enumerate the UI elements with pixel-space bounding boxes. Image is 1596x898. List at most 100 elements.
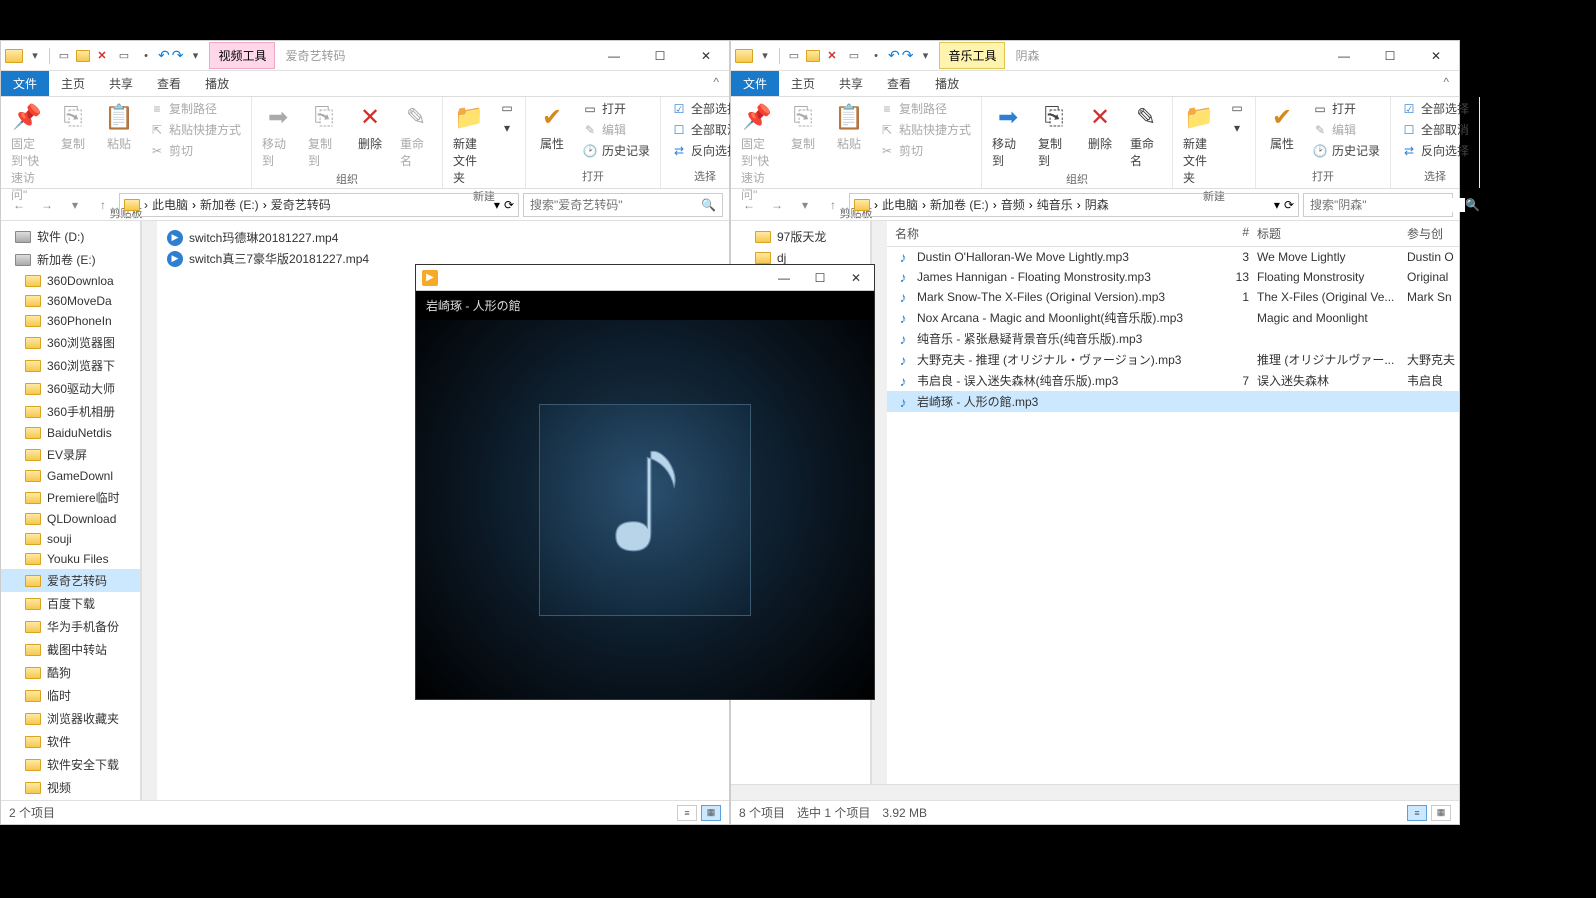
delete-icon[interactable]: ✕	[822, 46, 842, 66]
forward-button[interactable]: →	[35, 193, 59, 217]
history-button[interactable]: 🕑历史记录	[1308, 141, 1384, 160]
tab-play[interactable]: 播放	[193, 71, 241, 96]
properties-button[interactable]: ✔属性	[532, 99, 572, 154]
edit-button[interactable]: ✎编辑	[1308, 120, 1384, 139]
open-button[interactable]: ▭打开	[1308, 99, 1384, 118]
up-button[interactable]: ↑	[91, 193, 115, 217]
sidebar-folder[interactable]: 软件安全下载	[1, 753, 140, 776]
sidebar-folder[interactable]: 百度下载	[1, 592, 140, 615]
tab-file[interactable]: 文件	[1, 71, 49, 96]
tab-home[interactable]: 主页	[49, 71, 97, 96]
qa-icon[interactable]: ▭	[844, 46, 864, 66]
refresh-icon[interactable]: ⟳	[1284, 198, 1294, 212]
delete-button[interactable]: ✕删除	[350, 99, 390, 154]
file-row[interactable]: ♪Nox Arcana - Magic and Moonlight(纯音乐版).…	[887, 307, 1459, 328]
properties-button[interactable]: ✔属性	[1262, 99, 1302, 154]
crumb[interactable]: 音频	[1001, 196, 1025, 213]
up-button[interactable]: ↑	[821, 193, 845, 217]
folder-icon[interactable]	[806, 50, 820, 62]
sidebar-folder[interactable]: 视频	[1, 776, 140, 799]
edit-button[interactable]: ✎编辑	[578, 120, 654, 139]
pasteshortcut-button[interactable]: ⇱粘贴快捷方式	[875, 120, 975, 139]
sidebar-folder[interactable]: 华为手机备份	[1, 615, 140, 638]
crumb[interactable]: 此电脑	[882, 196, 918, 213]
selectnone-button[interactable]: ☐全部取消	[1397, 120, 1473, 139]
search-icon[interactable]: 🔍	[701, 198, 716, 212]
redo-icon[interactable]: ↷	[902, 47, 914, 64]
file-item[interactable]: ▶switch玛德琳20181227.mp4	[163, 227, 723, 248]
qa-down2-icon[interactable]: ▾	[185, 46, 205, 66]
crumb[interactable]: 纯音乐	[1037, 196, 1073, 213]
sidebar-folder[interactable]: 浏览器收藏夹	[1, 707, 140, 730]
easyaccess-button[interactable]: ▾	[1225, 119, 1249, 137]
sidebar-folder[interactable]: 360手机相册	[1, 400, 140, 423]
qa-down-icon[interactable]: ▾	[755, 46, 775, 66]
col-artist[interactable]: 参与创	[1407, 225, 1459, 242]
close-button[interactable]: ✕	[1413, 41, 1459, 71]
sidebar-folder[interactable]: souji	[1, 529, 140, 549]
rename-button[interactable]: ✎重命名	[396, 99, 436, 171]
player-canvas[interactable]	[416, 320, 874, 699]
maximize-button[interactable]: ☐	[637, 41, 683, 71]
refresh-icon[interactable]: ⟳	[504, 198, 514, 212]
file-row[interactable]: ♪Mark Snow-The X-Files (Original Version…	[887, 287, 1459, 307]
sidebar-folder[interactable]: QLDownload	[1, 509, 140, 529]
search-field[interactable]	[530, 198, 701, 212]
ribbon-collapse-icon[interactable]: ^	[703, 71, 729, 96]
col-title[interactable]: 标题	[1257, 225, 1407, 242]
view-details-icon[interactable]: ≡	[677, 805, 697, 821]
search-field[interactable]	[1310, 198, 1465, 212]
history-dropdown[interactable]: ▾	[793, 193, 817, 217]
back-button[interactable]: ←	[737, 193, 761, 217]
sidebar-folder[interactable]: GameDownl	[1, 466, 140, 486]
easyaccess-button[interactable]: ▾	[495, 119, 519, 137]
ribbon-collapse-icon[interactable]: ^	[1433, 71, 1459, 96]
context-tab[interactable]: 音乐工具	[939, 42, 1005, 69]
doc-icon[interactable]: ▭	[54, 46, 74, 66]
sidebar-folder[interactable]: 360MoveDa	[1, 291, 140, 311]
pasteshortcut-button[interactable]: ⇱粘贴快捷方式	[145, 120, 245, 139]
file-row[interactable]: ♪James Hannigan - Floating Monstrosity.m…	[887, 267, 1459, 287]
sidebar-drive[interactable]: 软件 (D:)	[1, 225, 140, 248]
file-row[interactable]: ♪大野克夫 - 推理 (オリジナル・ヴァージョン).mp3推理 (オリジナルヴァ…	[887, 349, 1459, 370]
file-row[interactable]: ♪纯音乐 - 紧张悬疑背景音乐(纯音乐版).mp3	[887, 328, 1459, 349]
sidebar-folder[interactable]: Youku Files	[1, 549, 140, 569]
copyto-button[interactable]: ⎘复制到	[304, 99, 344, 171]
sidebar-folder[interactable]: 97版天龙	[731, 225, 870, 248]
back-button[interactable]: ←	[7, 193, 31, 217]
file-row[interactable]: ♪Dustin O'Halloran-We Move Lightly.mp33W…	[887, 247, 1459, 267]
crumb[interactable]: 新加卷 (E:)	[200, 196, 259, 213]
moveto-button[interactable]: ➡移动到	[988, 99, 1028, 171]
minimize-button[interactable]: —	[766, 265, 802, 291]
invert-button[interactable]: ⇄反向选择	[1397, 141, 1473, 160]
crumb[interactable]: 爱奇艺转码	[271, 196, 331, 213]
qa-dot-icon[interactable]: •	[866, 46, 886, 66]
delete-button[interactable]: ✕删除	[1080, 99, 1120, 154]
copypath-button[interactable]: ≡复制路径	[875, 99, 975, 118]
undo-icon[interactable]: ↶	[158, 47, 170, 64]
newfolder-button[interactable]: 📁新建文件夹	[449, 99, 489, 188]
sidebar-folder[interactable]: EV录屏	[1, 443, 140, 466]
file-row[interactable]: ♪韦启良 - 误入迷失森林(纯音乐版).mp37误入迷失森林韦启良	[887, 370, 1459, 391]
redo-icon[interactable]: ↷	[172, 47, 184, 64]
forward-button[interactable]: →	[765, 193, 789, 217]
cut-button[interactable]: ✂剪切	[145, 141, 245, 160]
newfolder-button[interactable]: 📁新建文件夹	[1179, 99, 1219, 188]
sidebar-folder[interactable]: 360浏览器下	[1, 354, 140, 377]
col-num[interactable]: #	[1217, 225, 1257, 242]
copypath-button[interactable]: ≡复制路径	[145, 99, 245, 118]
rename-button[interactable]: ✎重命名	[1126, 99, 1166, 171]
cut-button[interactable]: ✂剪切	[875, 141, 975, 160]
sidebar-folder[interactable]: 360浏览器图	[1, 331, 140, 354]
sidebar-folder[interactable]: 临时	[1, 684, 140, 707]
folder-icon[interactable]	[76, 50, 90, 62]
maximize-button[interactable]: ☐	[802, 265, 838, 291]
sidebar-folder[interactable]: 360驱动大师	[1, 377, 140, 400]
sidebar-folder[interactable]: 360Downloa	[1, 271, 140, 291]
qa-dot-icon[interactable]: •	[136, 46, 156, 66]
tab-play[interactable]: 播放	[923, 71, 971, 96]
history-dropdown[interactable]: ▾	[63, 193, 87, 217]
scrollbar[interactable]	[141, 221, 157, 800]
sidebar-folder[interactable]: 酷狗	[1, 661, 140, 684]
address-bar[interactable]: › 此电脑› 新加卷 (E:)› 音频› 纯音乐› 阴森 ▾ ⟳	[849, 193, 1299, 217]
